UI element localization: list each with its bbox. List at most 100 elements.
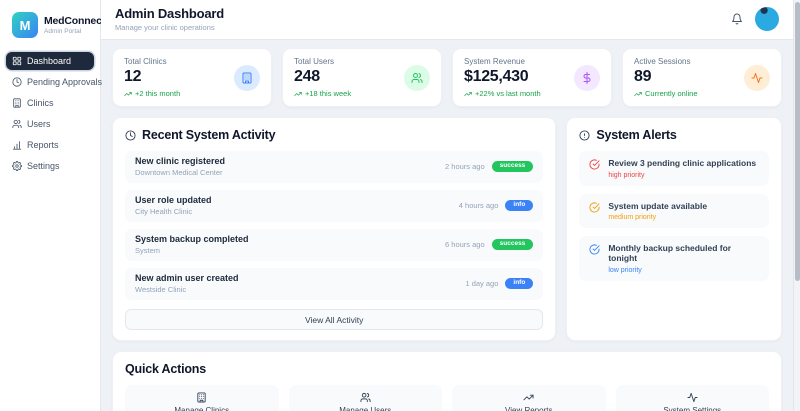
quick-action-button[interactable]: Manage Clinics	[125, 385, 279, 411]
stat-value: 12	[124, 68, 142, 85]
stat-label: Total Users	[294, 57, 335, 66]
stat-trend: Currently online	[634, 89, 698, 98]
sidebar-item-label: Clinics	[27, 98, 54, 108]
check-circle-icon[interactable]	[589, 159, 600, 170]
users-icon	[360, 392, 371, 403]
quick-actions-grid: Manage Clinics Manage Users View Reports	[125, 385, 769, 411]
activity-icon	[751, 72, 763, 84]
sidebar-item[interactable]: Clinics	[6, 94, 94, 112]
activity-title: New clinic registered	[135, 156, 226, 166]
alert-text: System update available	[608, 200, 708, 211]
sidebar-item[interactable]: Pending Approvals	[6, 73, 102, 91]
quick-action-button[interactable]: Manage Users	[288, 385, 442, 411]
building-icon	[12, 98, 22, 108]
trending-up-icon	[464, 90, 472, 98]
alert-text-block: Review 3 pending clinic applications hig…	[608, 158, 756, 179]
stats-row: Total Clinics 12 +2 this month Total Use…	[112, 48, 782, 107]
page-subtitle: Manage your clinic operations	[115, 23, 215, 32]
brand-text: MedConnect Admin Portal	[44, 15, 105, 35]
sidebar-item[interactable]: Dashboard	[6, 52, 94, 70]
activity-timestamp: 1 day ago	[465, 279, 499, 288]
alert-priority: high priority	[608, 171, 645, 179]
grid-icon	[12, 56, 22, 66]
header: Admin Dashboard Manage your clinic opera…	[101, 0, 793, 40]
bar-chart-icon	[12, 140, 22, 150]
alert-circle-icon	[579, 129, 590, 141]
scrollbar-thumb[interactable]	[795, 2, 800, 282]
stat-value: 89	[634, 68, 652, 85]
stat-card: System Revenue $125,430 +22% vs last mon…	[452, 48, 612, 107]
sidebar-item[interactable]: Users	[6, 115, 94, 133]
sidebar-item-label: Users	[27, 119, 51, 129]
activity-meta: 6 hours ago success	[445, 238, 534, 251]
alert-priority: medium priority	[608, 214, 657, 221]
alerts-panel-header: System Alerts	[579, 128, 769, 142]
brand-subtitle: Admin Portal	[44, 28, 82, 35]
sidebar-item[interactable]: Reports	[6, 136, 94, 154]
quick-actions-title: Quick Actions	[125, 362, 206, 376]
activity-subtitle: City Health Clinic	[135, 207, 193, 216]
building-icon	[196, 392, 207, 403]
activity-row: System backup completed System 6 hours a…	[125, 229, 544, 261]
stat-card: Active Sessions 89 Currently online	[622, 48, 782, 107]
alert-row: Review 3 pending clinic applications hig…	[579, 151, 769, 186]
stat-trend: +22% vs last month	[464, 89, 541, 98]
activity-meta: 2 hours ago success	[445, 160, 534, 173]
stat-value: 248	[294, 68, 320, 85]
stat-trend: +2 this month	[124, 89, 180, 98]
alerts-list: Review 3 pending clinic applications hig…	[579, 151, 769, 281]
view-all-activity-button[interactable]: View All Activity	[125, 309, 544, 330]
quick-action-label: System Settings	[663, 406, 722, 411]
stat-info: Total Users 248 +18 this week	[294, 57, 351, 98]
sidebar-item[interactable]: Settings	[6, 157, 94, 175]
users-icon	[411, 72, 423, 84]
stat-trend-label: +18 this week	[305, 89, 352, 98]
alert-row: System update available medium priority	[579, 193, 769, 228]
stat-card: Total Users 248 +18 this week	[282, 48, 442, 107]
activity-subtitle: Westside Clinic	[135, 285, 187, 294]
activity-list: New clinic registered Downtown Medical C…	[125, 151, 544, 300]
activity-meta: 4 hours ago info	[459, 199, 534, 212]
clock-icon	[125, 129, 136, 141]
status-badge: success	[491, 238, 534, 251]
stat-trend-label: +2 this month	[135, 89, 181, 98]
stat-value: $125,430	[464, 68, 529, 85]
quick-action-button[interactable]: View Reports	[452, 385, 606, 411]
header-actions	[731, 7, 779, 31]
alert-text-block: System update available medium priority	[608, 201, 707, 222]
brand: M MedConnect Admin Portal	[6, 10, 105, 52]
page-title: Admin Dashboard	[115, 6, 224, 21]
sidebar-item-label: Dashboard	[27, 56, 72, 66]
check-circle-icon[interactable]	[589, 201, 600, 213]
activity-text: New admin user created Westside Clinic	[135, 273, 239, 294]
activity-title: System backup completed	[135, 234, 249, 244]
quick-actions-panel: Quick Actions Manage Clinics Manage User…	[112, 351, 782, 411]
users-icon	[12, 119, 22, 129]
brand-name: MedConnect	[44, 15, 106, 27]
stat-info: Active Sessions 89 Currently online	[634, 57, 698, 98]
quick-action-button[interactable]: System Settings	[615, 385, 769, 411]
status-badge: info	[505, 277, 534, 290]
scrollbar[interactable]	[793, 0, 800, 411]
stat-icon-circle	[234, 64, 260, 91]
activity-text: New clinic registered Downtown Medical C…	[135, 156, 225, 177]
avatar[interactable]	[755, 7, 779, 31]
activity-title: User role updated	[135, 195, 212, 205]
dashboard-content: Total Clinics 12 +2 this month Total Use…	[101, 40, 793, 411]
sidebar-nav: Dashboard Pending Approvals Clinics User…	[6, 52, 102, 175]
trending-up-icon	[124, 90, 132, 98]
bell-icon[interactable]	[731, 13, 743, 25]
quick-action-label: Manage Users	[339, 406, 392, 411]
alert-priority: low priority	[608, 266, 642, 274]
activity-panel-title: Recent System Activity	[142, 128, 276, 142]
trending-up-icon	[634, 90, 642, 98]
trending-up-icon	[523, 392, 534, 403]
stat-icon-circle	[574, 64, 600, 91]
check-circle-icon[interactable]	[589, 244, 600, 255]
quick-action-label: Manage Clinics	[174, 406, 230, 411]
stat-label: Total Clinics	[124, 57, 167, 66]
activity-title: New admin user created	[135, 273, 239, 283]
activity-icon	[687, 392, 698, 403]
activity-subtitle: System	[135, 246, 161, 255]
stat-icon-circle	[404, 64, 430, 91]
